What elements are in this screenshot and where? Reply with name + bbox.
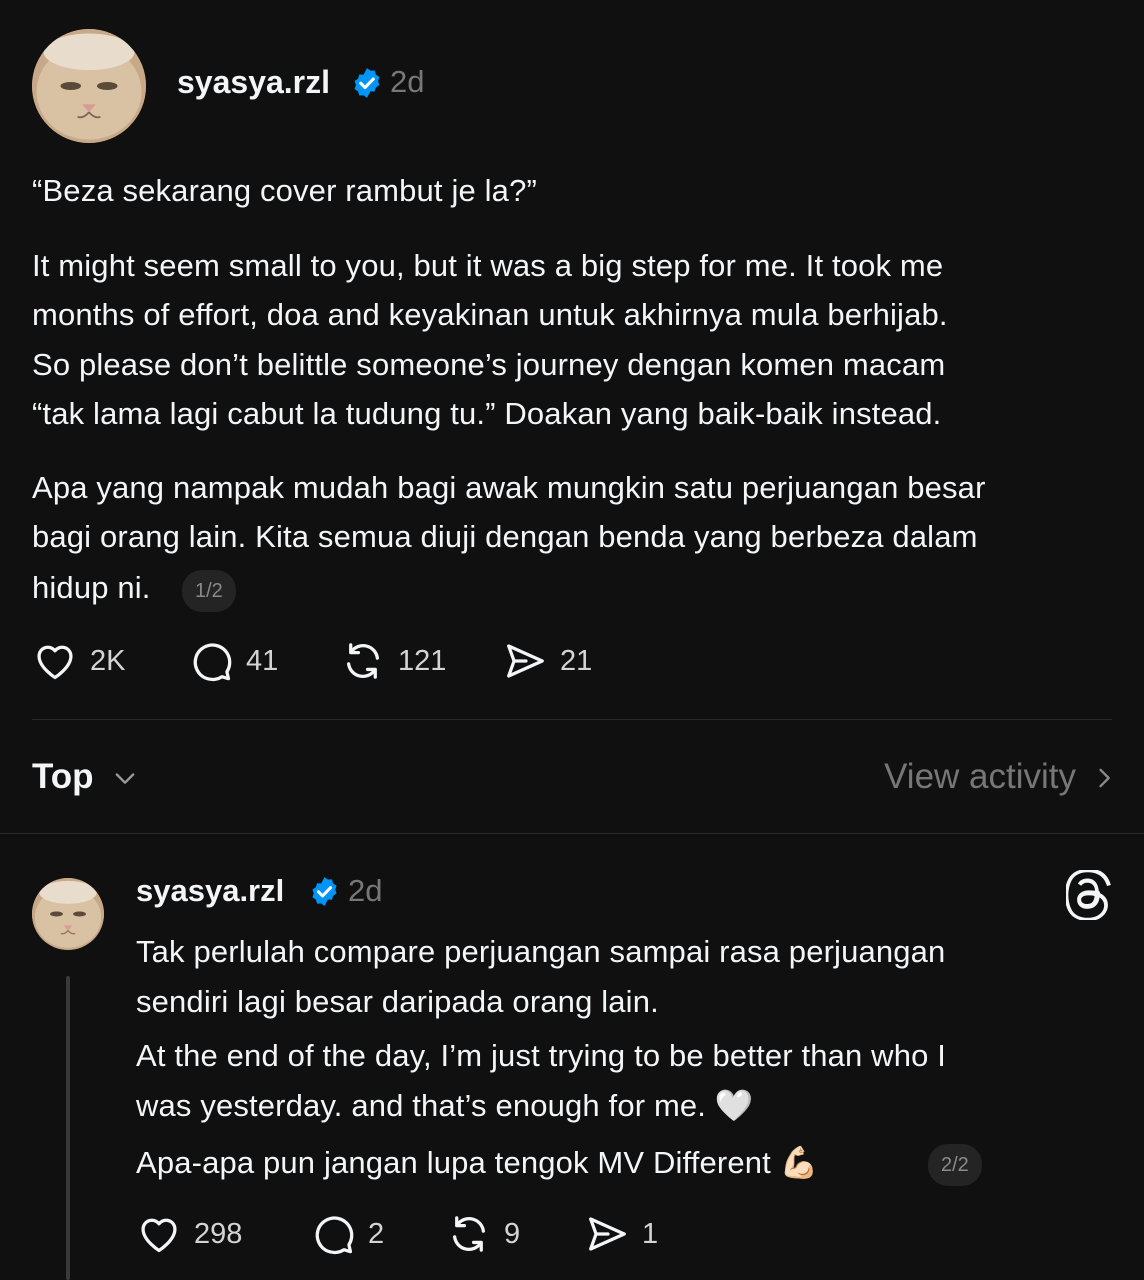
verified-badge-icon	[350, 66, 384, 100]
comment-icon	[315, 1216, 354, 1255]
post-author-avatar[interactable]	[32, 29, 146, 143]
chevron-down-icon[interactable]	[111, 764, 139, 792]
reply-body-line: Apa-apa pun jangan lupa tengok MV Differ…	[136, 1145, 819, 1180]
actions-divider	[32, 719, 1112, 720]
reply-body-line: At the end of the day, I’m just trying t…	[136, 1038, 947, 1073]
threads-logo-icon[interactable]	[1064, 868, 1112, 922]
post-body-line: So please don’t belittle someone’s journ…	[32, 347, 946, 382]
post-page-indicator: 1/2	[182, 570, 236, 612]
comment-count: 2	[368, 1217, 385, 1250]
like-button[interactable]: 2K	[32, 638, 125, 684]
repost-button[interactable]: 9	[446, 1211, 520, 1257]
chevron-right-icon[interactable]	[1090, 763, 1118, 793]
reply-author-username[interactable]: syasya.rzl	[136, 871, 284, 911]
like-count: 298	[194, 1217, 243, 1250]
comment-button[interactable]: 41	[188, 638, 278, 684]
post-body-line: bagi orang lain. Kita semua diuji dengan…	[32, 519, 978, 554]
reply-timestamp: 2d	[348, 873, 383, 908]
reply-body-line: Tak perlulah compare perjuangan sampai r…	[136, 934, 946, 969]
share-button[interactable]: 21	[502, 638, 592, 684]
verified-badge-icon	[308, 875, 341, 908]
post-author-username[interactable]: syasya.rzl	[177, 62, 330, 102]
post-timestamp: 2d	[390, 64, 425, 99]
repost-button[interactable]: 121	[340, 638, 446, 684]
post-body-line: “tak lama lagi cabut la tudung tu.” Doak…	[32, 396, 942, 431]
share-count: 1	[642, 1217, 659, 1250]
share-count: 21	[560, 644, 593, 677]
sort-dropdown-label[interactable]: Top	[32, 756, 94, 798]
repost-count: 121	[398, 644, 447, 677]
post-body-line: months of effort, doa and keyakinan untu…	[32, 297, 948, 332]
reply-author-avatar[interactable]	[32, 878, 104, 950]
comment-count: 41	[246, 644, 279, 677]
heart-icon	[37, 645, 73, 680]
view-activity-link[interactable]: View activity	[884, 756, 1076, 798]
like-count: 2K	[90, 644, 126, 677]
repost-count: 9	[504, 1217, 521, 1250]
comment-button[interactable]: 2	[310, 1211, 384, 1257]
reply-page-indicator: 2/2	[928, 1144, 982, 1186]
post-body-line: Apa yang nampak mudah bagi awak mungkin …	[32, 470, 986, 505]
comment-icon	[193, 643, 232, 682]
post-body-line: hidup ni.	[32, 570, 151, 605]
share-button[interactable]: 1	[584, 1211, 658, 1257]
heart-icon	[141, 1218, 177, 1253]
repost-icon	[346, 643, 380, 679]
repost-icon	[452, 1216, 486, 1252]
header-divider	[0, 833, 1144, 834]
reply-body-line: was yesterday. and that’s enough for me.…	[136, 1088, 754, 1123]
reply-body-line: sendiri lagi besar daripada orang lain.	[136, 984, 659, 1019]
thread-connector-line	[66, 976, 70, 1280]
post-body-line: It might seem small to you, but it was a…	[32, 248, 944, 283]
share-icon	[507, 644, 544, 678]
share-icon	[589, 1217, 626, 1251]
post-body-line: “Beza sekarang cover rambut je la?”	[32, 173, 537, 208]
like-button[interactable]: 298	[136, 1211, 242, 1257]
